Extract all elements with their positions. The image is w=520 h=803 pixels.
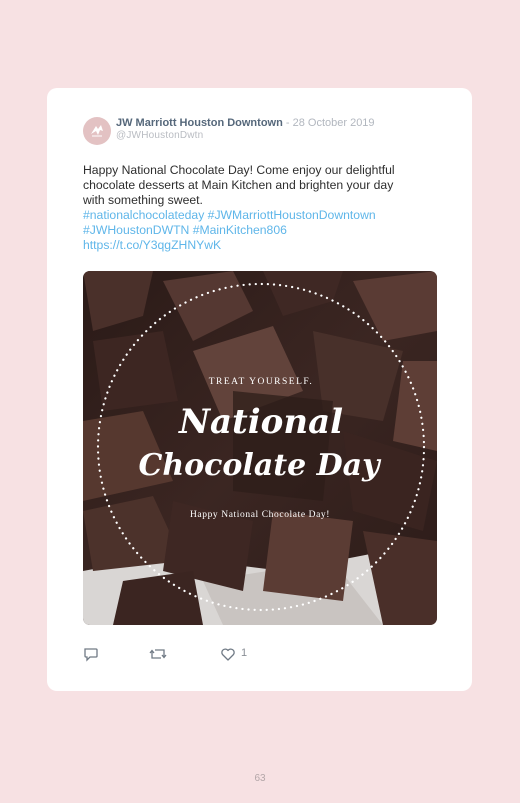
hashtag-link-line-1[interactable]: #nationalchocolateday #JWMarriottHouston… [83, 208, 438, 223]
reply-icon [84, 648, 98, 662]
image-title-line-2: Chocolate Day [138, 448, 382, 483]
heart-icon [221, 648, 235, 661]
tweet-url-link[interactable]: https://t.co/Y3qgZHNYwK [83, 238, 438, 253]
like-button[interactable] [220, 646, 236, 667]
tweet-card: JW Marriott Houston Downtown - 28 Octobe… [47, 88, 472, 691]
reply-button[interactable] [83, 646, 99, 667]
avatar[interactable] [83, 117, 111, 145]
image-kicker: TREAT YOURSELF. [209, 377, 314, 387]
image-title-line-1: National [178, 402, 343, 442]
tweet-text-line-1: Happy National Chocolate Day! Come enjoy… [83, 163, 395, 177]
hashtag-link-line-2[interactable]: #JWHoustonDWTN #MainKitchen806 [83, 223, 438, 238]
author-handle[interactable]: @JWHoustonDwtn [116, 130, 203, 141]
tweet-text-line-3: with something sweet. [83, 193, 203, 207]
tweet-text-line-2: chocolate desserts at Main Kitchen and b… [83, 178, 394, 192]
image-caption: Happy National Chocolate Day! [190, 510, 330, 520]
retweet-button[interactable] [149, 646, 167, 667]
tweet-actions: 1 [83, 646, 438, 666]
marriott-logo-icon [91, 125, 103, 137]
tweet-image[interactable]: TREAT YOURSELF. National Chocolate Day H… [83, 271, 437, 625]
tweet-date[interactable]: 28 October 2019 [293, 117, 375, 129]
author-line: JW Marriott Houston Downtown - 28 Octobe… [116, 117, 375, 129]
like-count: 1 [241, 647, 248, 659]
author-name[interactable]: JW Marriott Houston Downtown [116, 117, 283, 129]
page-number: 63 [254, 773, 266, 784]
retweet-icon [149, 649, 167, 659]
date-separator: - [282, 117, 293, 129]
tweet-text: Happy National Chocolate Day! Come enjoy… [83, 163, 438, 253]
